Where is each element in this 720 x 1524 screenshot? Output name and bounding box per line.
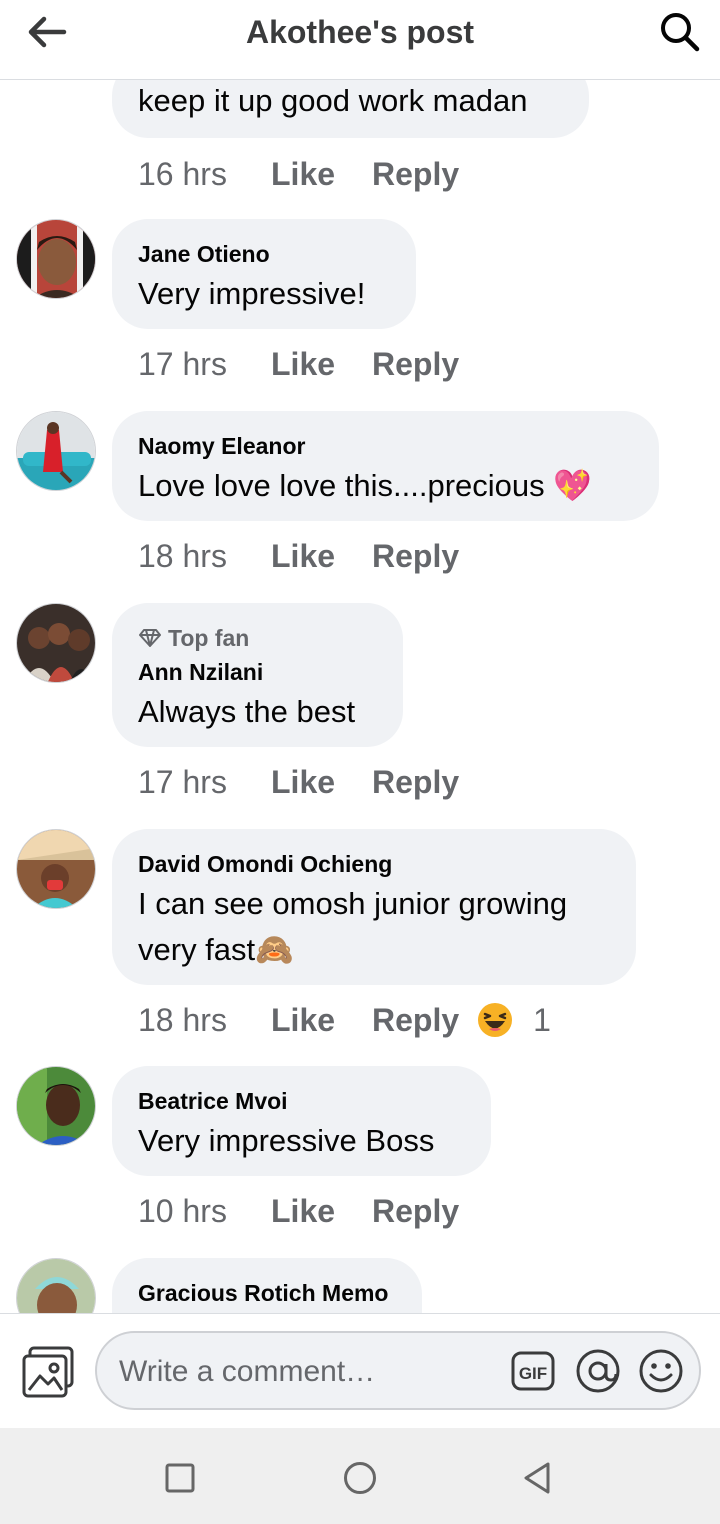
comment-actions: 18 hrs Like Reply [138,534,459,578]
comment-text-line: I can see omosh junior growing [138,886,568,921]
comment-author[interactable]: Naomy Eleanor [138,429,633,463]
reply-button[interactable]: Reply [372,1002,459,1039]
gif-label: GIF [519,1364,547,1383]
comment-bubble[interactable]: Naomy Eleanor Love love love this....pre… [112,411,659,521]
avatar[interactable] [16,1066,96,1146]
comment-bubble[interactable]: Beatrice Mvoi Very impressive Boss [112,1066,491,1176]
comment-author[interactable]: Jane Otieno [138,237,390,271]
comment-bubble[interactable]: David Omondi Ochieng I can see omosh jun… [112,829,636,985]
comment-text: Very impressive! [138,276,366,311]
reply-button[interactable]: Reply [372,764,459,801]
comment-author[interactable]: Ann Nzilani [138,655,377,689]
comment-text: Love love love this....precious 💖 [138,468,592,503]
comment-bubble[interactable]: keep it up good work madan [112,80,589,138]
top-fan-badge: Top fan [138,621,377,655]
system-navigation-bar [0,1428,720,1524]
comment-actions: 10 hrs Like Reply [138,1189,459,1233]
top-app-bar: Akothee's post [0,0,720,80]
like-button[interactable]: Like [271,538,372,575]
comment-time: 10 hrs [138,1192,227,1229]
avatar[interactable] [16,603,96,683]
comment-bubble[interactable]: Gracious Rotich Memo [112,1258,422,1313]
reaction-count: 1 [533,1001,551,1038]
comment-text: Always the best [138,694,356,729]
comment-input-wrapper: GIF [95,1331,701,1410]
reaction-summary[interactable]: 1 [477,1002,551,1039]
reply-button[interactable]: Reply [372,1193,459,1230]
at-sign-icon [576,1349,620,1393]
reply-button[interactable]: Reply [372,346,459,383]
comment-actions: 16 hrs Like Reply [138,152,459,196]
back-nav-button[interactable] [518,1458,558,1498]
comment-composer: GIF [0,1313,720,1428]
page-title: Akothee's post [245,14,475,50]
comment-bubble[interactable]: Top fan Ann Nzilani Always the best [112,603,403,747]
like-button[interactable]: Like [271,156,372,193]
avatar[interactable] [16,1258,96,1313]
comment-actions: 17 hrs Like Reply [138,760,459,804]
badge-label: Top fan [168,624,250,651]
comment-bubble[interactable]: Jane Otieno Very impressive! [112,219,416,329]
comment-text-line: very fast🙈 [138,932,294,967]
gif-button[interactable]: GIF [511,1349,555,1393]
avatar[interactable] [16,219,96,299]
gif-icon: GIF [511,1351,555,1391]
comment-time: 18 hrs [138,537,227,574]
comments-list: keep it up good work madan 16 hrs Like R… [0,80,720,1313]
comment-text: Very impressive Boss [138,1123,435,1158]
comment-actions: 17 hrs Like Reply [138,342,459,386]
comment-author[interactable]: Beatrice Mvoi [138,1084,465,1118]
search-icon [661,13,700,52]
avatar[interactable] [16,411,96,491]
recents-button[interactable] [160,1458,200,1498]
comment-author[interactable]: Gracious Rotich Memo [138,1276,396,1310]
comment-author[interactable]: David Omondi Ochieng [138,847,610,881]
home-button[interactable] [340,1458,380,1498]
like-button[interactable]: Like [271,346,372,383]
emoji-icon [639,1349,683,1393]
comment-time: 17 hrs [138,763,227,800]
like-button[interactable]: Like [271,1002,372,1039]
triangle-back-nav-icon [524,1462,550,1494]
like-button[interactable]: Like [271,764,372,801]
photo-icon [22,1346,74,1398]
comment-input[interactable] [117,1333,501,1410]
like-button[interactable]: Like [271,1193,372,1230]
circle-nav-icon [344,1462,376,1494]
reply-button[interactable]: Reply [372,538,459,575]
laughing-reaction-icon [478,1003,513,1037]
reply-button[interactable]: Reply [372,156,459,193]
search-button[interactable] [658,10,702,54]
mention-button[interactable] [575,1348,621,1394]
comment-text: keep it up good work madan [138,83,528,118]
comment-actions: 18 hrs Like Reply 1 [138,998,551,1042]
emoji-button[interactable] [638,1348,684,1394]
comment-time: 17 hrs [138,345,227,382]
photo-button[interactable] [20,1344,76,1400]
diamond-icon [139,629,161,647]
comment-time: 18 hrs [138,1001,227,1038]
comment-time: 16 hrs [138,155,227,192]
avatar[interactable] [16,829,96,909]
square-nav-icon [165,1463,195,1493]
